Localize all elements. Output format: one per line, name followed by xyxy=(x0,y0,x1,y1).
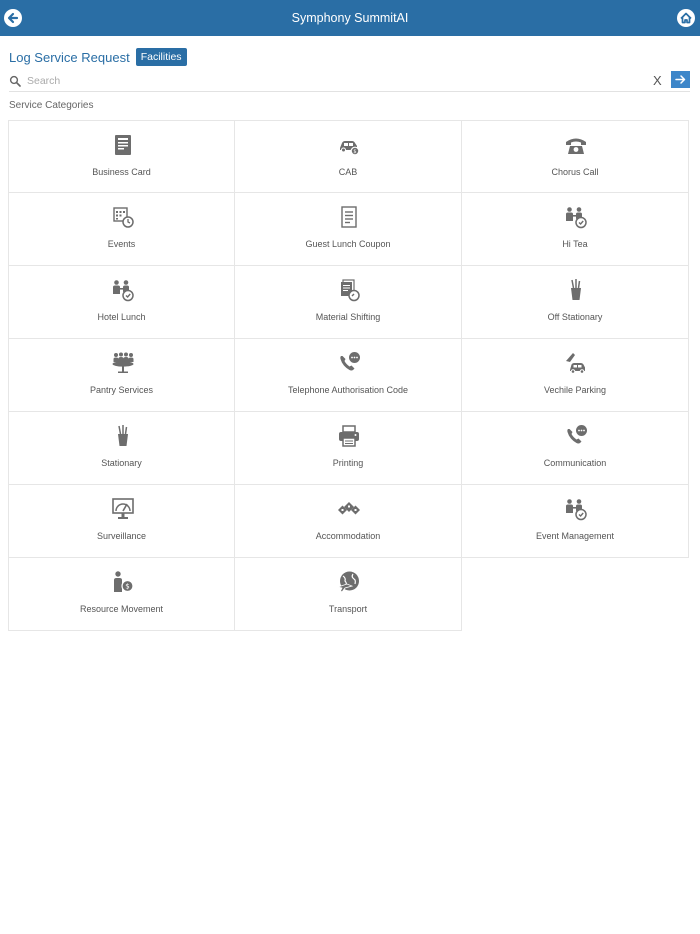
section-label: Service Categories xyxy=(9,100,94,111)
people-meeting-icon xyxy=(564,497,588,521)
category-tile-guest-lunch-coupon[interactable]: Guest Lunch Coupon xyxy=(235,193,462,266)
category-label: Vechile Parking xyxy=(543,385,607,395)
category-label: Business Card xyxy=(92,167,151,177)
service-category-grid: Business Card $ CAB Chorus Call Events Guest … xyxy=(8,120,689,631)
category-label: Pantry Services xyxy=(89,385,154,395)
category-label: Chorus Call xyxy=(551,167,599,177)
car-icon: $ xyxy=(337,133,361,157)
pen-holder-icon xyxy=(564,278,588,302)
category-tile-resource-movement[interactable]: $ Resource Movement xyxy=(8,558,235,631)
person-money-icon: $ xyxy=(111,570,135,594)
search-bar: X xyxy=(9,71,690,92)
page-header: Log Service Request Facilities xyxy=(9,47,187,67)
category-label: Surveillance xyxy=(96,531,147,541)
app-title: Symphony SummitAI xyxy=(291,11,409,25)
search-input[interactable] xyxy=(27,72,637,90)
category-tile-stationary[interactable]: Stationary xyxy=(8,412,235,485)
category-label: Stationary xyxy=(101,458,142,468)
category-tile-accommodation[interactable]: Accommodation xyxy=(235,485,462,558)
category-label: Hi Tea xyxy=(562,239,588,249)
people-meeting-icon xyxy=(564,205,588,229)
category-tile-pantry-services[interactable]: Pantry Services xyxy=(8,339,235,412)
category-tile-hi-tea[interactable]: Hi Tea xyxy=(462,193,689,266)
category-label: CAB xyxy=(338,167,358,177)
category-tile-communication[interactable]: Communication xyxy=(462,412,689,485)
page-title: Log Service Request xyxy=(9,49,130,65)
app-bar: Symphony SummitAI xyxy=(0,0,700,36)
svg-text:$: $ xyxy=(125,583,129,591)
category-tile-cab[interactable]: $ CAB xyxy=(235,120,462,193)
group-table-icon xyxy=(111,351,135,375)
phone-chat-icon xyxy=(337,351,361,375)
pen-holder-icon xyxy=(111,424,135,448)
category-tile-telephone-authorisation-code[interactable]: Telephone Authorisation Code xyxy=(235,339,462,412)
category-label: Off Stationary xyxy=(547,312,603,322)
search-icon xyxy=(9,75,21,87)
category-tile-transport[interactable]: Transport xyxy=(235,558,462,631)
printer-icon xyxy=(337,424,361,448)
business-card-icon xyxy=(111,133,135,157)
category-tile-surveillance[interactable]: Surveillance xyxy=(8,485,235,558)
category-tile-business-card[interactable]: Business Card xyxy=(8,120,235,193)
category-tile-chorus-call[interactable]: Chorus Call xyxy=(462,120,689,193)
category-label: Event Management xyxy=(535,531,615,541)
arrow-right-icon xyxy=(675,75,686,84)
people-meeting-icon xyxy=(111,278,135,302)
category-tile-printing[interactable]: Printing xyxy=(235,412,462,485)
category-tile-event-management[interactable]: Event Management xyxy=(462,485,689,558)
telephone-icon xyxy=(564,133,588,157)
calendar-clock-icon xyxy=(111,205,135,229)
phone-chat-icon xyxy=(564,424,588,448)
search-submit-button[interactable] xyxy=(671,71,690,88)
coupon-icon xyxy=(337,205,361,229)
category-label: Printing xyxy=(332,458,364,468)
home-button[interactable] xyxy=(677,9,695,27)
module-badge[interactable]: Facilities xyxy=(135,48,187,66)
category-label: Hotel Lunch xyxy=(97,312,146,322)
category-tile-vechile-parking[interactable]: Vechile Parking xyxy=(462,339,689,412)
documents-check-icon xyxy=(337,278,361,302)
category-tile-off-stationary[interactable]: Off Stationary xyxy=(462,266,689,339)
category-tile-hotel-lunch[interactable]: Hotel Lunch xyxy=(8,266,235,339)
category-label: Transport xyxy=(328,604,368,614)
category-tile-material-shifting[interactable]: Material Shifting xyxy=(235,266,462,339)
houses-icon xyxy=(337,497,361,521)
category-label: Resource Movement xyxy=(79,604,164,614)
category-label: Events xyxy=(107,239,136,249)
monitor-gauge-icon xyxy=(111,497,135,521)
category-label: Material Shifting xyxy=(315,312,381,322)
clear-search-button[interactable]: X xyxy=(653,73,662,89)
category-label: Accommodation xyxy=(315,531,381,541)
parking-car-icon xyxy=(564,351,588,375)
svg-text:$: $ xyxy=(353,149,356,155)
globe-plane-icon xyxy=(337,570,361,594)
category-label: Communication xyxy=(543,458,607,468)
category-tile-events[interactable]: Events xyxy=(8,193,235,266)
category-label: Guest Lunch Coupon xyxy=(305,239,391,249)
home-icon xyxy=(680,12,692,24)
category-label: Telephone Authorisation Code xyxy=(287,385,409,395)
